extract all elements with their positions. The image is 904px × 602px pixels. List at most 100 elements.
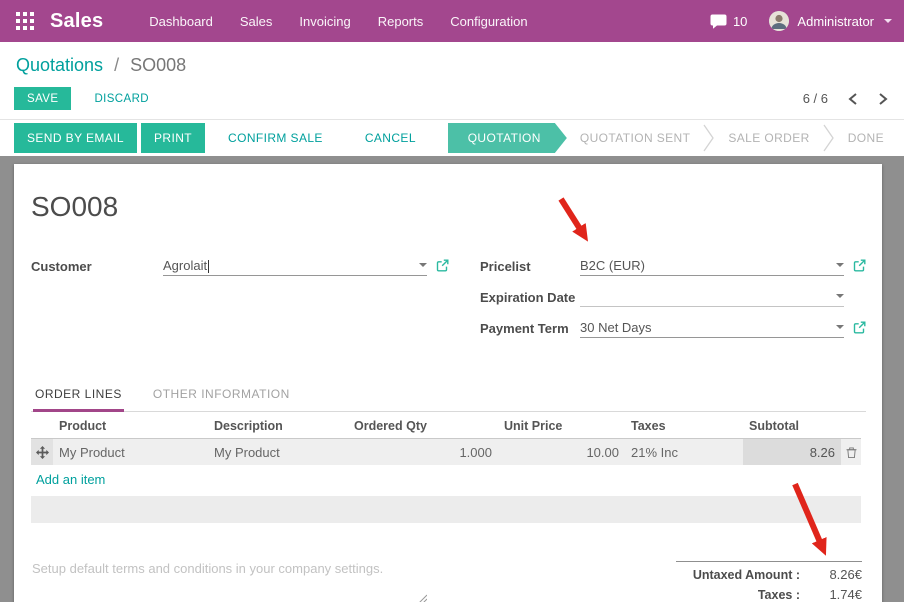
resize-handle-icon[interactable]: [417, 592, 427, 602]
topbar: Sales Dashboard Sales Invoicing Reports …: [0, 0, 904, 42]
order-lines-table: Product Description Ordered Qty Unit Pri…: [31, 413, 861, 523]
page-background: SO008 Customer Agrolait Priceli: [0, 156, 904, 602]
user-avatar[interactable]: [769, 11, 789, 31]
breadcrumb: Quotations / SO008: [0, 42, 904, 80]
nav-configuration[interactable]: Configuration: [450, 14, 527, 29]
send-by-email-button[interactable]: SEND BY EMAIL: [14, 123, 137, 153]
taxes-value: 1.74€: [800, 585, 862, 602]
handle-column-header: [31, 413, 53, 438]
nav-reports[interactable]: Reports: [378, 14, 424, 29]
app-title[interactable]: Sales: [50, 10, 103, 33]
expiration-date-label: Expiration Date: [480, 290, 580, 307]
untaxed-amount-label: Untaxed Amount :: [676, 565, 800, 585]
customer-external-link-icon[interactable]: [436, 259, 449, 275]
nav-invoicing[interactable]: Invoicing: [299, 14, 350, 29]
terms-placeholder-text: Setup default terms and conditions in yo…: [31, 561, 427, 576]
tab-other-information[interactable]: OTHER INFORMATION: [151, 387, 292, 411]
product-column-header: Product: [53, 413, 208, 438]
terms-input-underline: [31, 597, 427, 602]
payment-term-field[interactable]: 30 Net Days: [580, 320, 844, 338]
description-column-header: Description: [208, 413, 348, 438]
sheet-footer: Setup default terms and conditions in yo…: [31, 561, 866, 602]
table-row[interactable]: My Product My Product 1.000 10.00 21% In…: [31, 439, 861, 465]
pricelist-external-link-icon[interactable]: [853, 259, 866, 275]
apps-grid-icon[interactable]: [16, 12, 34, 30]
pager-value: 6 / 6: [803, 91, 828, 106]
customer-label: Customer: [31, 259, 163, 276]
status-chevron-icon: [703, 123, 715, 153]
notebook-tabs: ORDER LINES OTHER INFORMATION: [31, 387, 866, 412]
chat-bubble-icon: [710, 14, 727, 29]
text-cursor: [208, 260, 209, 273]
add-an-item-link[interactable]: Add an item: [36, 472, 105, 487]
subtotal-column-header: Subtotal: [743, 413, 841, 438]
status-quotation[interactable]: QUOTATION: [448, 123, 567, 153]
pricelist-label: Pricelist: [480, 259, 580, 276]
move-icon: [36, 446, 49, 459]
control-panel-actions: SAVE DISCARD 6 / 6: [0, 80, 904, 119]
trash-icon: [846, 446, 857, 459]
messages-menu[interactable]: 10: [710, 14, 747, 29]
delete-column-header: [841, 413, 861, 438]
status-quotation-sent[interactable]: QUOTATION SENT: [567, 123, 704, 153]
customer-dropdown-caret-icon[interactable]: [419, 263, 427, 271]
tab-order-lines[interactable]: ORDER LINES: [33, 387, 124, 412]
nav-dashboard[interactable]: Dashboard: [149, 14, 213, 29]
payment-term-external-link-icon[interactable]: [853, 321, 866, 337]
pager-next-icon[interactable]: [878, 92, 888, 106]
section-note-strip[interactable]: [31, 496, 861, 523]
cell-ordered-qty[interactable]: 1.000: [348, 439, 498, 465]
top-navigation: Dashboard Sales Invoicing Reports Config…: [149, 14, 527, 29]
payment-term-dropdown-caret-icon[interactable]: [836, 325, 844, 333]
breadcrumb-separator: /: [114, 55, 119, 75]
cell-subtotal: 8.26: [743, 439, 841, 465]
record-title: SO008: [31, 191, 866, 223]
user-menu-caret-icon: [884, 19, 892, 27]
cell-unit-price[interactable]: 10.00: [498, 439, 625, 465]
expiration-date-caret-icon[interactable]: [836, 294, 844, 302]
avatar-image: [769, 11, 789, 31]
customer-value[interactable]: Agrolait: [163, 258, 207, 273]
taxes-label: Taxes :: [676, 585, 800, 602]
expiration-date-field[interactable]: [580, 294, 844, 307]
status-sale-order[interactable]: SALE ORDER: [715, 123, 822, 153]
cancel-button[interactable]: CANCEL: [352, 123, 429, 153]
delete-row-button[interactable]: [841, 439, 861, 465]
form-action-buttons: SEND BY EMAIL PRINT CONFIRM SALE CANCEL: [14, 123, 429, 153]
customer-field[interactable]: Agrolait: [163, 258, 427, 276]
status-done[interactable]: DONE: [835, 123, 897, 153]
discard-button[interactable]: DISCARD: [81, 87, 162, 110]
cell-description[interactable]: My Product: [208, 439, 348, 465]
form-fields: Customer Agrolait Pricelist B2C (EUR): [31, 254, 866, 347]
terms-textarea[interactable]: Setup default terms and conditions in yo…: [31, 561, 427, 602]
cell-taxes[interactable]: 21% Inc: [625, 439, 743, 465]
statusbar: QUOTATION QUOTATION SENT SALE ORDER DONE: [448, 123, 904, 153]
pager-previous-icon[interactable]: [848, 92, 858, 106]
record-pager: 6 / 6: [803, 91, 888, 106]
status-chevron-icon: [823, 123, 835, 153]
user-menu[interactable]: Administrator: [797, 14, 874, 29]
table-header-row: Product Description Ordered Qty Unit Pri…: [31, 413, 861, 439]
save-button[interactable]: SAVE: [14, 87, 71, 110]
totals-panel: Untaxed Amount : 8.26€ Taxes : 1.74€ Tot…: [676, 561, 862, 602]
form-header: SEND BY EMAIL PRINT CONFIRM SALE CANCEL …: [0, 119, 904, 156]
form-sheet: SO008 Customer Agrolait Priceli: [14, 164, 882, 602]
ordered-qty-column-header: Ordered Qty: [348, 413, 498, 438]
payment-term-label: Payment Term: [480, 321, 580, 338]
breadcrumb-quotations-link[interactable]: Quotations: [16, 55, 103, 75]
pricelist-field[interactable]: B2C (EUR): [580, 258, 844, 276]
nav-sales[interactable]: Sales: [240, 14, 273, 29]
confirm-sale-button[interactable]: CONFIRM SALE: [215, 123, 336, 153]
messages-count: 10: [733, 14, 747, 29]
cell-product[interactable]: My Product: [53, 439, 208, 465]
print-button[interactable]: PRINT: [141, 123, 205, 153]
breadcrumb-current: SO008: [130, 55, 186, 75]
row-drag-handle[interactable]: [31, 439, 53, 465]
untaxed-amount-value: 8.26€: [800, 565, 862, 585]
unit-price-column-header: Unit Price: [498, 413, 625, 438]
pricelist-value[interactable]: B2C (EUR): [580, 258, 645, 273]
payment-term-value[interactable]: 30 Net Days: [580, 320, 652, 335]
grid-icon: [16, 12, 34, 30]
pricelist-dropdown-caret-icon[interactable]: [836, 263, 844, 271]
topbar-right: 10 Administrator: [710, 11, 892, 31]
